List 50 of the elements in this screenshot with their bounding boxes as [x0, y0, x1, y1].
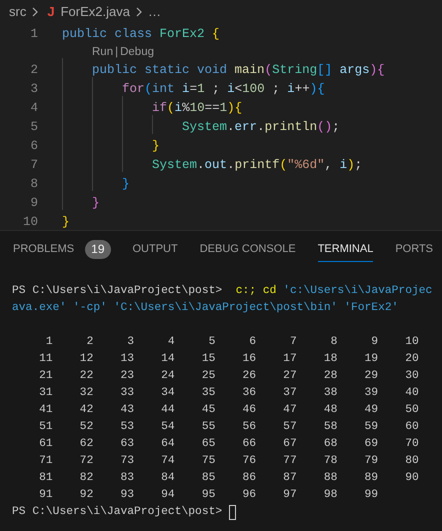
panel-tab[interactable]: OUTPUT — [132, 238, 178, 262]
line-number: 8 — [29, 176, 38, 194]
line-number: 9 — [29, 195, 38, 212]
code-line: public class ForEx2 { — [62, 27, 220, 42]
terminal-text: 41 42 43 44 45 46 47 48 49 50 — [38, 403, 419, 418]
terminal-text: ava.exe' '-cp' 'C:\Users\i\JavaProject\post\bin' 'ForEx2' — [12, 300, 398, 316]
terminal-text: 71 72 73 74 75 76 77 78 79 80 — [38, 454, 419, 470]
terminal-text: 21 22 23 24 25 26 27 28 29 30 — [38, 369, 419, 384]
code-line: } — [62, 215, 70, 230]
code-line: } — [151, 139, 160, 154]
terminal-text: 61 62 63 64 65 66 67 68 69 70 — [38, 437, 419, 452]
terminal-text: 51 52 53 54 55 56 57 58 59 60 — [38, 420, 419, 436]
code-line: if(i%10==1){ — [151, 101, 242, 116]
chevron-icon — [134, 7, 143, 17]
code-line: public static void main(String[] args){ — [91, 63, 385, 78]
line-number: 5 — [29, 119, 38, 136]
code-line: System.err.println(); — [181, 120, 340, 134]
run-link[interactable]: Run — [92, 44, 114, 62]
line-number: 10 — [22, 214, 38, 232]
count-badge: 19 — [85, 240, 110, 259]
terminal-text: c:; cd — [234, 284, 276, 300]
terminal-text: 31 32 33 34 35 36 37 38 39 40 — [38, 386, 419, 402]
terminal-text: PS C:\Users\i\JavaProject\post> — [12, 284, 222, 300]
code-line: } — [91, 196, 100, 210]
terminal-text: 91 92 93 94 95 96 97 98 99 — [38, 488, 378, 504]
code-line: for(int i=1 ; i<100 ; i++){ — [121, 82, 325, 96]
panel-tab[interactable]: DEBUG CONSOLE — [200, 238, 296, 262]
terminal-text: 11 12 13 14 15 16 17 18 19 20 — [38, 352, 419, 368]
terminal-text: 81 82 83 84 85 86 87 88 89 90 — [38, 471, 419, 486]
code-line: } — [121, 177, 130, 192]
breadcrumb-item[interactable]: src — [9, 2, 26, 22]
line-number: 7 — [29, 157, 38, 174]
breadcrumb-item[interactable]: … — [148, 2, 161, 22]
java-file-icon: J — [47, 2, 55, 22]
line-number: 3 — [29, 81, 38, 98]
debug-link[interactable]: Debug — [120, 44, 154, 62]
code-line: System.out.printf("%6d", i); — [151, 158, 362, 172]
line-number: 2 — [29, 62, 38, 80]
panel-tab[interactable]: PORTS — [395, 238, 434, 262]
panel-tab[interactable]: TERMINAL — [318, 238, 374, 262]
line-number: 6 — [29, 138, 38, 156]
terminal-text: PS C:\Users\i\JavaProject\post> — [12, 504, 222, 520]
terminal-text: 1 2 3 4 5 6 7 8 9 10 — [44, 335, 419, 350]
separator-text: | — [115, 44, 118, 60]
line-number: 1 — [29, 26, 38, 44]
breadcrumb-item[interactable]: ForEx2.java — [60, 2, 130, 22]
terminal-text: 'c:\Users\i\JavaProjec — [282, 284, 432, 300]
panel-tab[interactable]: PROBLEMS 19 — [13, 238, 110, 262]
line-number: 4 — [29, 100, 38, 118]
chevron-icon — [31, 7, 40, 17]
